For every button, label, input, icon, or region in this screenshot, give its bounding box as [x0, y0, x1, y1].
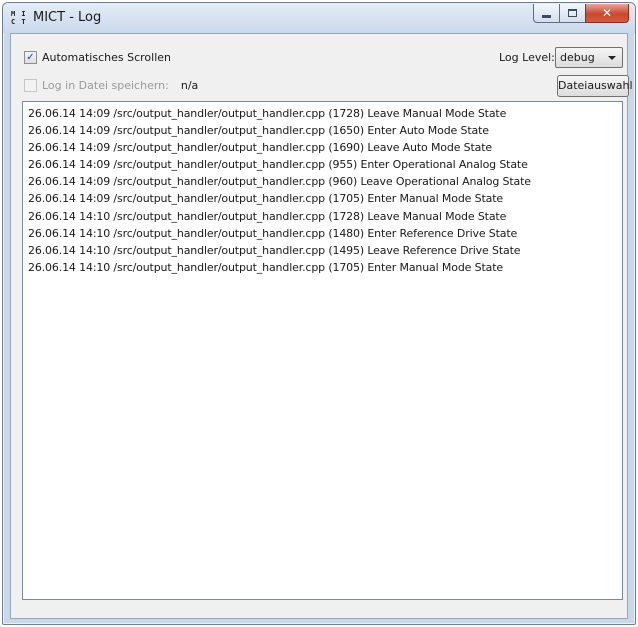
minimize-icon [542, 14, 551, 18]
minimize-button[interactable] [533, 4, 559, 23]
client-area: ✓ Automatisches Scrollen Log in Datei sp… [10, 33, 633, 619]
log-line: 26.06.14 14:09 /src/output_handler/outpu… [28, 141, 493, 155]
log-line: 26.06.14 14:09 /src/output_handler/outpu… [28, 175, 531, 189]
log-line: 26.06.14 14:09 /src/output_handler/outpu… [28, 158, 528, 172]
auto-scroll-option[interactable]: ✓ Automatisches Scrollen [24, 51, 171, 64]
log-level-label: Log Level: [499, 51, 555, 64]
caption-buttons: ✕ [533, 4, 629, 23]
save-to-file-label: Log in Datei speichern: [42, 79, 169, 92]
app-logo-icon: M IC T [11, 10, 27, 26]
log-line: 26.06.14 14:10 /src/output_handler/outpu… [28, 226, 518, 240]
save-to-file-option: Log in Datei speichern: n/a [24, 79, 198, 92]
log-output[interactable]: 26.06.14 14:09 /src/output_handler/outpu… [22, 101, 623, 600]
log-window: M IC T MICT - Log ✕ ✓ Automatisches Scro… [2, 2, 636, 625]
auto-scroll-label: Automatisches Scrollen [42, 51, 172, 64]
log-level-select[interactable]: debug [555, 47, 623, 68]
chevron-down-icon [608, 56, 616, 60]
maximize-button[interactable] [559, 4, 585, 23]
auto-scroll-checkbox[interactable]: ✓ [24, 51, 37, 64]
title-bar[interactable]: M IC T MICT - Log ✕ [3, 3, 635, 33]
checkmark-icon: ✓ [26, 52, 35, 63]
log-level-value: debug [560, 51, 595, 64]
log-line: 26.06.14 14:10 /src/output_handler/outpu… [28, 243, 521, 257]
log-line: 26.06.14 14:10 /src/output_handler/outpu… [28, 209, 507, 223]
save-path-value: n/a [180, 79, 199, 92]
log-line: 26.06.14 14:10 /src/output_handler/outpu… [28, 260, 503, 274]
file-select-button[interactable]: Dateiauswahl [557, 75, 633, 97]
close-button[interactable]: ✕ [585, 4, 629, 23]
maximize-icon [568, 9, 577, 17]
log-line: 26.06.14 14:09 /src/output_handler/outpu… [28, 124, 489, 138]
save-to-file-checkbox[interactable] [24, 79, 37, 92]
window-title: MICT - Log [33, 10, 102, 25]
close-icon: ✕ [601, 6, 613, 20]
log-line: 26.06.14 14:09 /src/output_handler/outpu… [28, 107, 507, 120]
log-line: 26.06.14 14:09 /src/output_handler/outpu… [28, 192, 503, 206]
